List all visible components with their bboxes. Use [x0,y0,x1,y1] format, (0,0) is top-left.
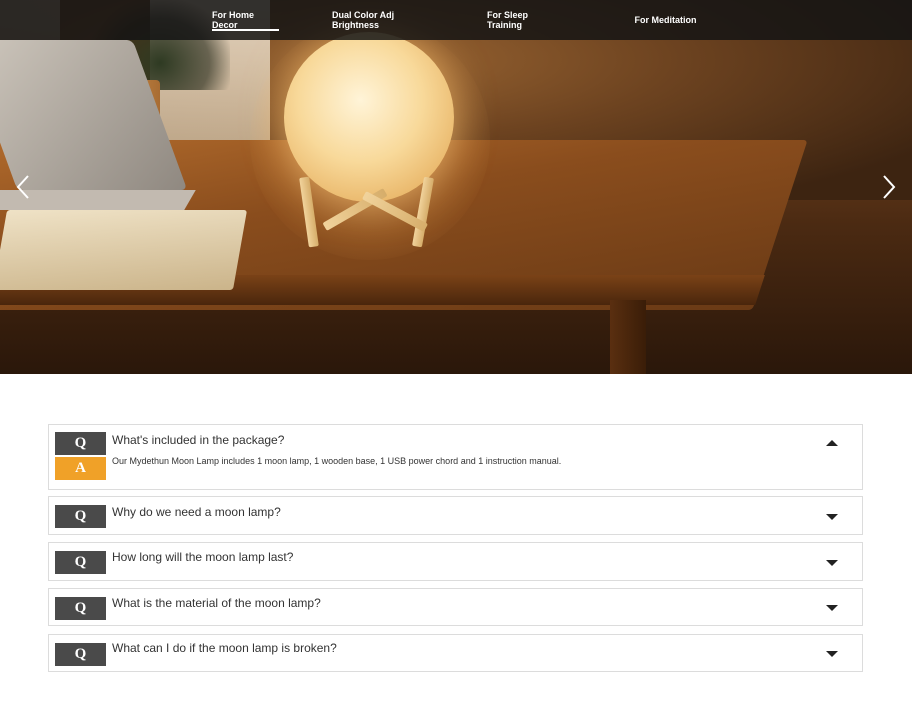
chevron-up-icon [826,440,838,446]
question-badge: Q [55,643,106,666]
tab-meditation[interactable]: For Meditation [634,0,697,40]
tab-label: Dual Color Adj Brightness [332,10,395,30]
faq-answer: Our Mydethun Moon Lamp includes 1 moon l… [112,456,562,466]
tab-sleep-training[interactable]: For Sleep Training [487,0,564,40]
faq-item-broken[interactable]: Q What can I do if the moon lamp is brok… [48,634,863,672]
faq-question: What's included in the package? [112,433,285,447]
answer-badge: A [55,457,106,480]
tab-label: For Meditation [634,15,697,25]
tab-label: For Home Decor [212,10,255,30]
faq-question: Why do we need a moon lamp? [112,505,281,519]
wooden-stand-image [299,175,445,255]
faq-question: How long will the moon lamp last? [112,550,294,564]
tab-dual-color[interactable]: Dual Color Adj Brightness [332,0,440,40]
desk-leg [610,300,646,374]
chevron-left-icon [16,175,29,199]
question-badge: Q [55,505,106,528]
chevron-down-icon [826,651,838,657]
chevron-right-icon [883,175,896,199]
faq-question: What can I do if the moon lamp is broken… [112,641,337,655]
chevron-down-icon [826,514,838,520]
chevron-down-icon [826,560,838,566]
faq-item-how-long[interactable]: Q How long will the moon lamp last? [48,542,863,581]
question-badge: Q [55,597,106,620]
book-image [0,210,248,290]
question-badge: Q [55,551,106,574]
chevron-down-icon [826,605,838,611]
hero-carousel-image [0,0,912,374]
tab-label: For Sleep Training [487,10,529,30]
faq-item-material[interactable]: Q What is the material of the moon lamp? [48,588,863,626]
carousel-prev-button[interactable] [14,172,34,202]
faq-item-package[interactable]: Q A What's included in the package? Our … [48,424,863,490]
faq-item-why-need[interactable]: Q Why do we need a moon lamp? [48,496,863,535]
tab-home-decor[interactable]: For Home Decor [212,0,279,40]
carousel-next-button[interactable] [878,172,898,202]
question-badge: Q [55,432,106,455]
faq-question: What is the material of the moon lamp? [112,596,321,610]
carousel-tab-bar: For Home Decor Dual Color Adj Brightness… [0,0,912,40]
